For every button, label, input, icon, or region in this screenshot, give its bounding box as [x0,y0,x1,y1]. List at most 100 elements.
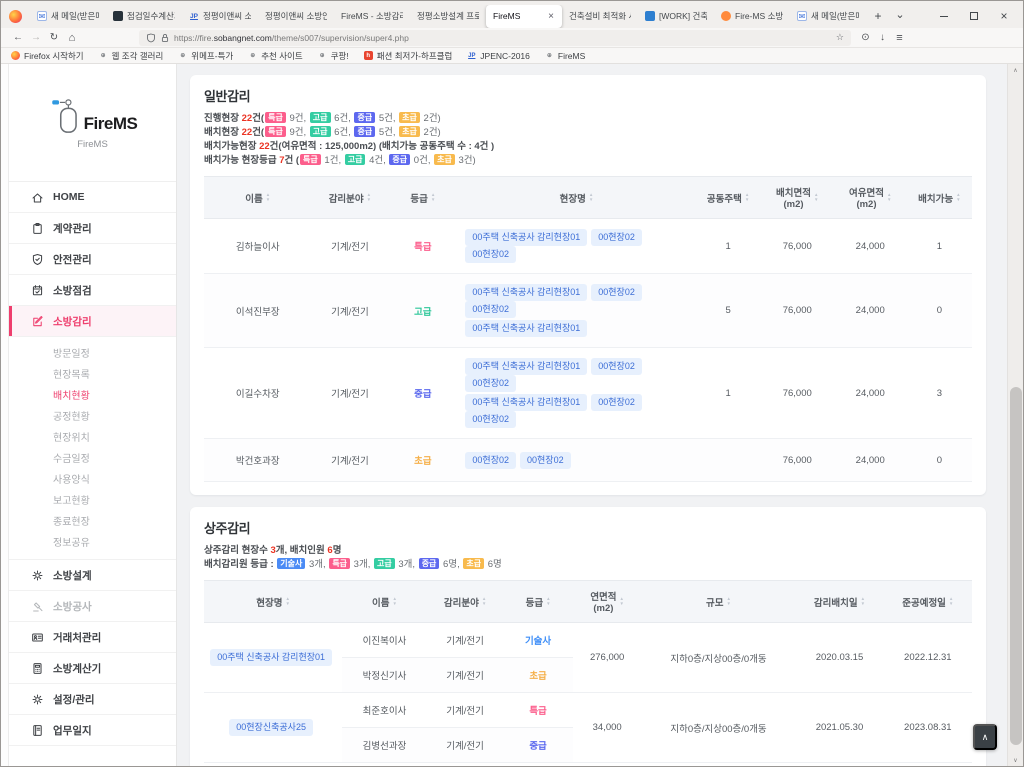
reload-icon[interactable] [45,32,63,43]
site-chip[interactable]: 00주택 신축공사 감리현장01 [465,394,587,411]
sort-arrows-icon[interactable]: ▲▼ [589,193,593,202]
submenu-item[interactable]: 사용양식 [9,468,176,489]
column-header[interactable]: 배치면적 (m2)▲▼ [761,177,834,219]
bookmark-item[interactable]: ⊕추천 사이트 [248,50,302,62]
sidebar-item-calculator[interactable]: 소방계산기 [9,653,176,684]
browser-tab[interactable]: 건축설비 최적화 시스 [562,5,638,28]
sort-arrows-icon[interactable]: ▲▼ [620,597,624,606]
sidebar-item-home[interactable]: HOME [9,182,176,213]
sidebar-item-contract[interactable]: 계약관리 [9,213,176,244]
download-icon[interactable] [874,32,891,43]
back-icon[interactable] [9,32,27,43]
sort-arrows-icon[interactable]: ▲▼ [861,597,865,606]
scroll-down-arrow-icon[interactable] [1008,754,1023,766]
browser-tab[interactable]: FireMS - 소방감리 프 [334,5,410,28]
sort-arrows-icon[interactable]: ▲▼ [887,193,891,202]
site-chip[interactable]: 00현장02 [465,411,516,428]
sort-arrows-icon[interactable]: ▲▼ [949,597,953,606]
scrollbar-thumb[interactable] [1010,387,1022,745]
scroll-up-arrow-icon[interactable] [1008,64,1023,76]
site-chip[interactable]: 00주택 신축공사 감리현장01 [465,320,587,337]
column-header[interactable]: 등급▲▼ [504,581,573,623]
column-header[interactable]: 현장명▲▼ [457,177,695,219]
browser-tab[interactable]: 정평이앤씨 소방안전 [258,5,334,28]
sort-arrows-icon[interactable]: ▲▼ [814,193,818,202]
site-chip[interactable]: 00주택 신축공사 감리현장01 [465,284,587,301]
new-tab-button[interactable] [868,6,888,26]
sidebar-item-supervision[interactable]: 소방감리 [9,306,176,337]
submenu-item[interactable]: 방문일정 [9,342,176,363]
site-chip[interactable]: 00현장02 [591,284,642,301]
sidebar-item-settings[interactable]: 설정/관리 [9,684,176,715]
bookmark-star-icon[interactable] [836,32,844,43]
submenu-item[interactable]: 배치현황 [9,384,176,405]
sidebar-item-clients[interactable]: 거래처관리 [9,622,176,653]
scroll-to-top-button[interactable] [973,724,997,750]
minimize-button[interactable] [929,5,959,27]
submenu-item[interactable]: 종료현장 [9,510,176,531]
column-header[interactable]: 연면적 (m2)▲▼ [573,581,642,623]
sort-arrows-icon[interactable]: ▲▼ [546,597,550,606]
column-header[interactable]: 배치가능▲▼ [907,177,972,219]
browser-tab[interactable]: Fire-MS 소방넷 [714,5,790,28]
forward-icon[interactable] [27,32,45,43]
menu-icon[interactable] [891,32,908,44]
sort-arrows-icon[interactable]: ▲▼ [727,597,731,606]
submenu-item[interactable]: 공정현황 [9,405,176,426]
site-chip[interactable]: 00현장02 [591,358,642,375]
bookmark-item[interactable]: ⊕쿠팡! [318,50,349,62]
sort-arrows-icon[interactable]: ▲▼ [956,193,960,202]
tab-close-icon[interactable]: × [547,11,555,22]
submenu-item[interactable]: 현장목록 [9,363,176,384]
sidebar-item-journal[interactable]: 업무일지 [9,715,176,746]
sort-arrows-icon[interactable]: ▲▼ [367,193,371,202]
maximize-button[interactable] [959,5,989,27]
sort-arrows-icon[interactable]: ▲▼ [286,597,290,606]
submenu-item[interactable]: 정보공유 [9,531,176,552]
bookmark-item[interactable]: h패션 최저가-하프클럽 [364,50,453,62]
pocket-icon[interactable] [857,32,874,43]
bookmark-item[interactable]: Firefox 시작하기 [11,50,84,62]
sidebar-item-design[interactable]: 소방설계 [9,560,176,591]
site-chip[interactable]: 00현장02 [465,375,516,392]
bookmark-item[interactable]: ⊕FireMS [545,51,585,61]
site-chip[interactable]: 00현장02 [591,394,642,411]
bookmark-item[interactable]: ⊕위메프-특가 [178,50,233,62]
site-chip[interactable]: 00주택 신축공사 감리현장01 [465,358,587,375]
column-header[interactable]: 이름▲▼ [342,581,426,623]
url-bar[interactable]: https://fire.sobangnet.com/theme/s007/su… [139,30,851,46]
site-chip[interactable]: 00현장02 [591,229,642,246]
column-header[interactable]: 준공예정일▲▼ [884,581,972,623]
sidebar-item-safety[interactable]: 안전관리 [9,244,176,275]
site-chip[interactable]: 00현장02 [465,452,516,469]
column-header[interactable]: 규모▲▼ [642,581,796,623]
column-header[interactable]: 이름▲▼ [204,177,312,219]
sort-arrows-icon[interactable]: ▲▼ [745,193,749,202]
sort-arrows-icon[interactable]: ▲▼ [482,597,486,606]
column-header[interactable]: 현장명▲▼ [204,581,342,623]
site-chip[interactable]: 00현장02 [520,452,571,469]
site-chip[interactable]: 00현장신축공사25 [229,719,313,736]
bookmark-item[interactable]: ⊕웹 조각 갤러리 [99,50,164,62]
submenu-item[interactable]: 수금일정 [9,447,176,468]
browser-tab[interactable]: [WORK] 건축설비 [638,5,714,28]
sidebar-item-inspection[interactable]: 소방점검 [9,275,176,306]
column-header[interactable]: 감리분야▲▼ [312,177,389,219]
column-header[interactable]: 감리배치일▲▼ [795,581,883,623]
column-header[interactable]: 공동주택▲▼ [696,177,761,219]
browser-tab[interactable]: 점검일수계산기 [106,5,182,28]
browser-tab-active[interactable]: FireMS× [486,5,562,28]
sidebar-item-construction[interactable]: 소방공사 [9,591,176,622]
site-chip[interactable]: 00주택 신축공사 감리현장01 [465,229,587,246]
sort-arrows-icon[interactable]: ▲▼ [392,597,396,606]
submenu-item[interactable]: 현장위치 [9,426,176,447]
home-icon[interactable] [63,32,81,44]
column-header[interactable]: 여유면적 (m2)▲▼ [834,177,907,219]
submenu-item[interactable]: 보고현황 [9,489,176,510]
close-button[interactable] [989,5,1019,27]
all-tabs-dropdown-icon[interactable] [890,6,910,26]
sort-arrows-icon[interactable]: ▲▼ [431,193,435,202]
bookmark-item[interactable]: JPJPENC-2016 [467,51,530,61]
site-chip[interactable]: 00주택 신축공사 감리현장01 [210,649,332,666]
vertical-scrollbar[interactable] [1007,64,1023,766]
